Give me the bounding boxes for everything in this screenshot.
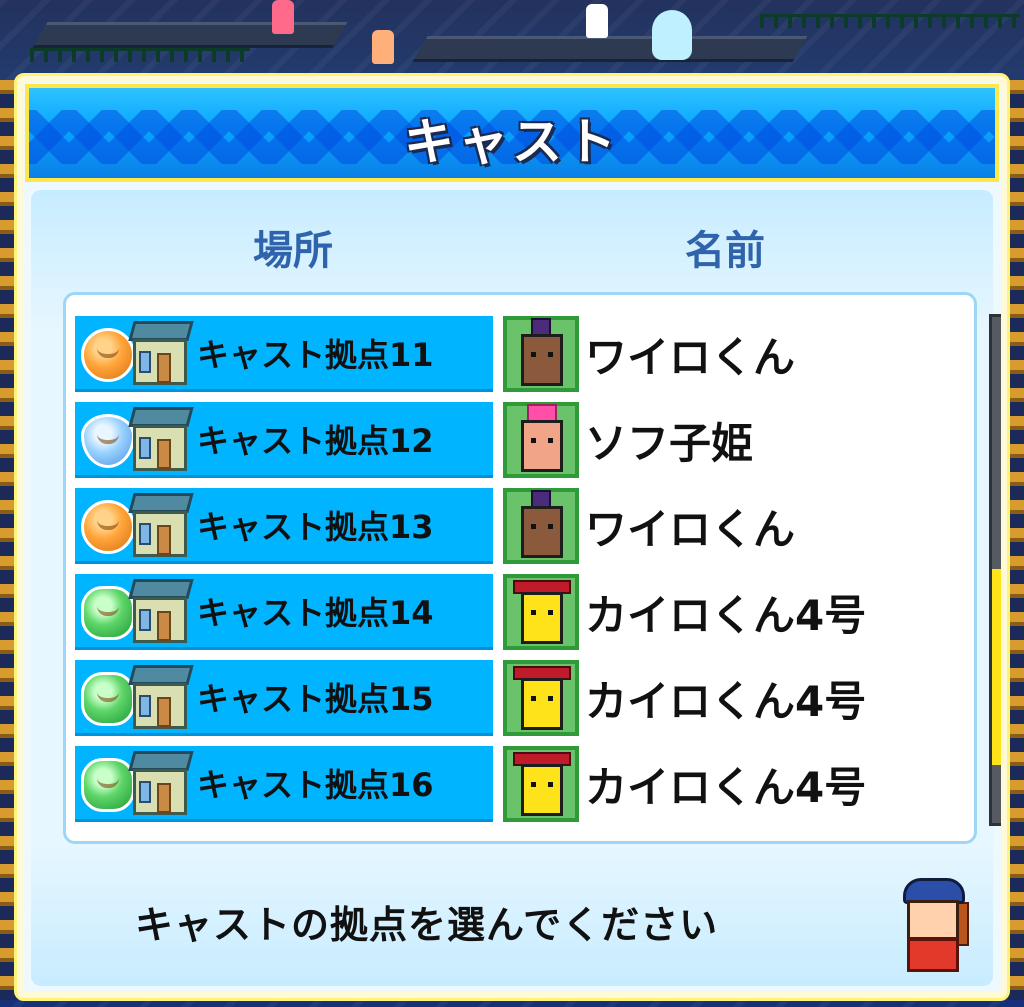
guide-girl-icon	[897, 878, 973, 974]
cast-name: ワイロくん	[585, 333, 796, 382]
place-cell[interactable]: キャスト拠点13	[75, 488, 493, 564]
building-icon	[128, 493, 194, 559]
map-walkway	[412, 36, 808, 62]
map-edge-right	[1008, 80, 1024, 1000]
cast-list-row[interactable]: キャスト拠点15 カイロくん4号	[75, 660, 955, 736]
cast-list-row[interactable]: キャスト拠点12 ソフ子姫	[75, 402, 955, 478]
list-scrollbar[interactable]	[989, 314, 1001, 826]
yellow-robot-avatar	[503, 574, 579, 650]
instruction-text: キャストの拠点を選んでください	[135, 903, 719, 947]
green-star-icon	[81, 672, 135, 726]
scrollbar-thumb[interactable]	[992, 569, 1001, 765]
brown-character-avatar	[503, 488, 579, 564]
place-cell[interactable]: キャスト拠点16	[75, 746, 493, 822]
yellow-robot-avatar	[503, 660, 579, 736]
map-character	[586, 4, 608, 38]
yellow-robot-avatar	[503, 746, 579, 822]
cast-name: カイロくん4号	[585, 591, 867, 640]
cast-list-row[interactable]: キャスト拠点14 カイロくん4号	[75, 574, 955, 650]
map-railing	[30, 48, 250, 62]
place-label: キャスト拠点14	[197, 594, 434, 632]
place-label: キャスト拠点15	[197, 680, 434, 718]
map-walkway	[32, 22, 348, 48]
dialog-body: キャスト 場所 名前 キャスト拠点11 ワイロくん キャスト拠点12 ソフ子姫 …	[23, 82, 1001, 992]
building-icon	[128, 665, 194, 731]
orange-coin-icon	[81, 328, 135, 382]
column-header-place: 場所	[253, 228, 333, 274]
cast-name: カイロくん4号	[585, 677, 867, 726]
dialog-title-bar: キャスト	[25, 84, 999, 182]
building-icon	[128, 579, 194, 645]
cast-list-row[interactable]: キャスト拠点13 ワイロくん	[75, 488, 955, 564]
place-label: キャスト拠点13	[197, 508, 434, 546]
building-icon	[128, 751, 194, 817]
content-panel: 場所 名前 キャスト拠点11 ワイロくん キャスト拠点12 ソフ子姫 キャスト拠…	[31, 190, 1001, 986]
dialog-title: キャスト	[404, 113, 620, 171]
green-star-icon	[81, 586, 135, 640]
blue-drop-icon	[81, 414, 135, 468]
map-railing	[760, 14, 1020, 28]
cast-name: ソフ子姫	[585, 419, 754, 468]
place-label: キャスト拠点12	[197, 422, 434, 460]
cast-list: キャスト拠点11 ワイロくん キャスト拠点12 ソフ子姫 キャスト拠点13 ワイ…	[63, 292, 977, 844]
brown-character-avatar	[503, 316, 579, 392]
cast-name: ワイロくん	[585, 505, 796, 554]
place-label: キャスト拠点11	[197, 336, 434, 374]
map-ghost-character	[652, 10, 692, 60]
column-header-name: 名前	[685, 228, 765, 274]
place-label: キャスト拠点16	[197, 766, 434, 804]
map-character	[272, 0, 294, 34]
map-character	[372, 30, 394, 64]
place-cell[interactable]: キャスト拠点15	[75, 660, 493, 736]
place-cell[interactable]: キャスト拠点12	[75, 402, 493, 478]
cast-dialog: キャスト 場所 名前 キャスト拠点11 ワイロくん キャスト拠点12 ソフ子姫 …	[14, 73, 1010, 1001]
green-star-icon	[81, 758, 135, 812]
cast-name: カイロくん4号	[585, 763, 867, 812]
place-cell[interactable]: キャスト拠点11	[75, 316, 493, 392]
cast-list-row[interactable]: キャスト拠点16 カイロくん4号	[75, 746, 955, 822]
building-icon	[128, 321, 194, 387]
building-icon	[128, 407, 194, 473]
place-cell[interactable]: キャスト拠点14	[75, 574, 493, 650]
orange-coin-icon	[81, 500, 135, 554]
cast-list-row[interactable]: キャスト拠点11 ワイロくん	[75, 316, 955, 392]
pink-character-avatar	[503, 402, 579, 478]
